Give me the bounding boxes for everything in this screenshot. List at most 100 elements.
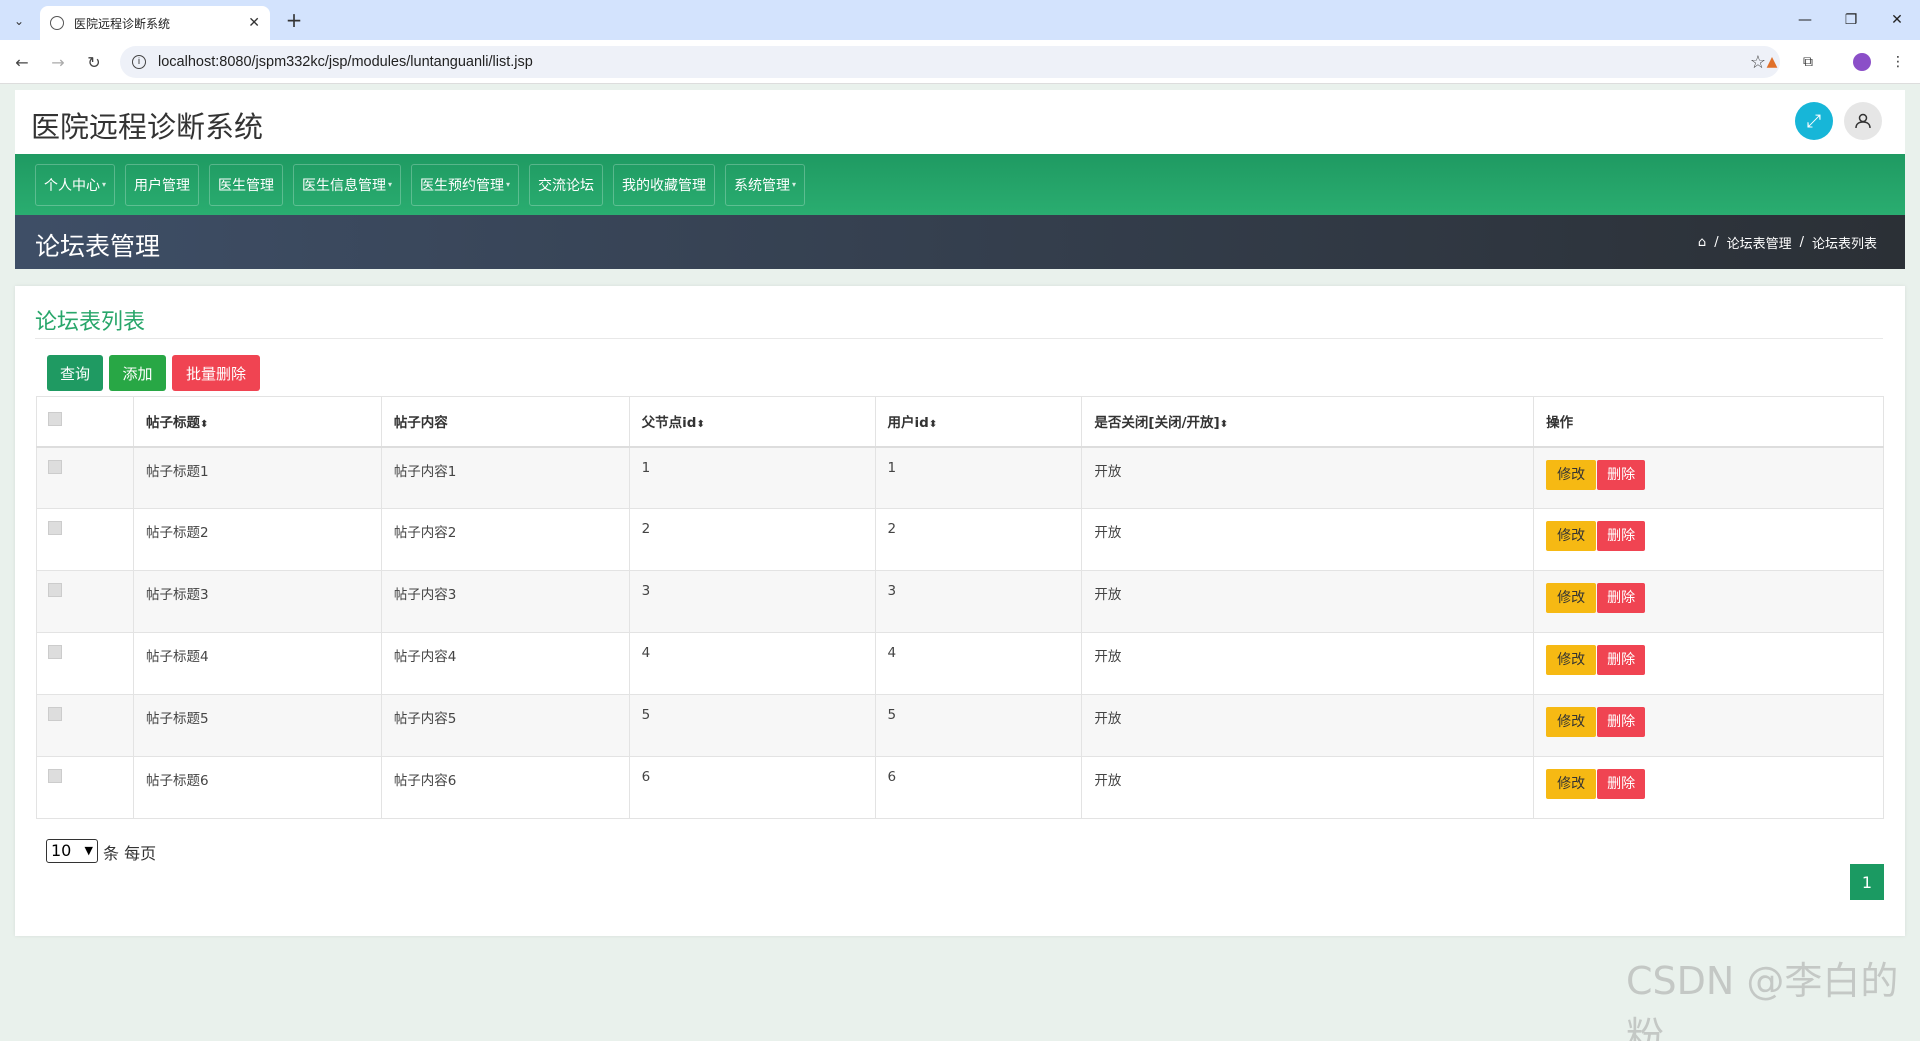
edit-button[interactable]: 修改 bbox=[1546, 583, 1597, 613]
new-tab-icon[interactable]: + bbox=[282, 8, 306, 32]
profile-avatar-icon[interactable] bbox=[1850, 50, 1874, 74]
nav-item-doctor-management[interactable]: 医生管理 bbox=[209, 163, 284, 206]
breadcrumb: ⌂ / 论坛表管理 / 论坛表列表 bbox=[1697, 233, 1877, 252]
cell-parentid: 3 bbox=[628, 570, 876, 633]
edit-button[interactable]: 修改 bbox=[1546, 521, 1597, 551]
restore-icon[interactable]: ❐ bbox=[1828, 0, 1874, 40]
close-tab-icon[interactable]: ✕ bbox=[248, 15, 260, 31]
nav-item-favorites[interactable]: 我的收藏管理 bbox=[613, 163, 716, 206]
cell-content: 帖子内容3 bbox=[380, 570, 630, 633]
cell-status: 开放 bbox=[1081, 632, 1535, 695]
cell-parentid: 1 bbox=[628, 446, 876, 509]
table-row: 帖子标题2 帖子内容2 2 2 开放 修改 删除 bbox=[36, 508, 1884, 571]
column-header-userid[interactable]: 用户id⬍ bbox=[874, 396, 1083, 448]
cell-content: 帖子内容1 bbox=[380, 446, 630, 509]
edit-button[interactable]: 修改 bbox=[1546, 459, 1597, 490]
main-nav: 个人中心 ▾ 用户管理 医生管理 医生信息管理 ▾ 医生预约管理 ▾ 交流论坛 我的收… bbox=[15, 154, 1905, 215]
sort-icon[interactable]: ⬍ bbox=[929, 419, 937, 430]
nav-item-doctor-info[interactable]: 医生信息管理 ▾ bbox=[293, 163, 402, 206]
column-header-status[interactable]: 是否关闭[关闭/开放]⬍ bbox=[1081, 396, 1535, 448]
column-header-parentid[interactable]: 父节点id⬍ bbox=[628, 396, 876, 448]
back-icon[interactable]: ← bbox=[10, 50, 34, 74]
column-header-title[interactable]: 帖子标题⬍ bbox=[132, 396, 382, 448]
fullscreen-icon[interactable]: ⤢ bbox=[1795, 102, 1833, 140]
user-icon[interactable] bbox=[1844, 102, 1882, 140]
delete-button[interactable]: 删除 bbox=[1597, 769, 1646, 799]
page-size-select[interactable]: 10 ▼ bbox=[46, 839, 98, 863]
row-checkbox[interactable] bbox=[48, 769, 62, 783]
watermark: CSDN @李白的粉 bbox=[1626, 959, 1899, 1041]
delete-button[interactable]: 删除 bbox=[1597, 521, 1646, 551]
cell-userid: 5 bbox=[874, 694, 1083, 757]
column-header-content: 帖子内容 bbox=[380, 396, 630, 448]
browser-menu-icon[interactable]: ⋮ bbox=[1886, 50, 1910, 74]
row-checkbox[interactable] bbox=[48, 583, 62, 597]
page-number-current[interactable]: 1 bbox=[1850, 864, 1884, 900]
sort-icon[interactable]: ⬍ bbox=[1220, 419, 1228, 430]
cell-content: 帖子内容6 bbox=[380, 756, 630, 819]
site-favicon-icon bbox=[50, 16, 64, 30]
cell-content: 帖子内容2 bbox=[380, 508, 630, 571]
card-title: 论坛表列表 bbox=[35, 310, 146, 335]
table-row: 帖子标题5 帖子内容5 5 5 开放 修改 删除 bbox=[36, 694, 1884, 757]
cell-userid: 6 bbox=[874, 756, 1083, 819]
app-header: 医院远程诊断系统 ⤢ bbox=[15, 90, 1905, 154]
extensions-puzzle-icon[interactable]: ⧉ bbox=[1796, 50, 1820, 74]
cell-status: 开放 bbox=[1081, 570, 1535, 633]
cell-userid: 3 bbox=[874, 570, 1083, 633]
page-size-label: 条 每页 bbox=[103, 844, 157, 863]
cell-status: 开放 bbox=[1081, 446, 1535, 509]
breadcrumb-item[interactable]: 论坛表管理 bbox=[1727, 233, 1792, 252]
window-close-icon[interactable]: ✕ bbox=[1874, 0, 1920, 40]
extension-icon[interactable]: ▲ bbox=[1760, 50, 1784, 74]
select-all-checkbox[interactable] bbox=[48, 412, 62, 427]
home-icon[interactable]: ⌂ bbox=[1698, 235, 1706, 250]
sort-icon[interactable]: ⬍ bbox=[200, 419, 208, 430]
row-checkbox[interactable] bbox=[48, 707, 62, 721]
cell-status: 开放 bbox=[1081, 508, 1535, 571]
browser-toolbar: ← → ↻ i localhost:8080/jspm332kc/jsp/mod… bbox=[0, 40, 1920, 84]
content-card: 论坛表列表 查询 添加 批量删除 帖子标题⬍ 帖子内容 父节点id⬍ 用户id⬍… bbox=[15, 286, 1905, 936]
query-button[interactable]: 查询 bbox=[47, 355, 103, 391]
cell-userid: 2 bbox=[874, 508, 1083, 571]
minimize-icon[interactable]: — bbox=[1782, 0, 1828, 40]
address-bar[interactable]: i localhost:8080/jspm332kc/jsp/modules/l… bbox=[120, 46, 1780, 78]
tab-search-icon[interactable]: ⌄ bbox=[6, 8, 32, 34]
cell-content: 帖子内容5 bbox=[380, 694, 630, 757]
edit-button[interactable]: 修改 bbox=[1546, 769, 1597, 799]
cell-title: 帖子标题5 bbox=[132, 694, 382, 757]
app-title: 医院远程诊断系统 bbox=[31, 110, 264, 144]
forward-icon[interactable]: → bbox=[46, 50, 70, 74]
table-header-row: 帖子标题⬍ 帖子内容 父节点id⬍ 用户id⬍ 是否关闭[关闭/开放]⬍ 操作 bbox=[36, 396, 1884, 448]
nav-item-user-management[interactable]: 用户管理 bbox=[125, 163, 200, 206]
browser-tabbar: ⌄ 医院远程诊断系统 ✕ + — ❐ ✕ bbox=[0, 0, 1920, 40]
select-all-cell bbox=[36, 396, 134, 448]
site-info-icon[interactable]: i bbox=[132, 55, 146, 69]
delete-button[interactable]: 删除 bbox=[1597, 459, 1646, 490]
column-header-actions: 操作 bbox=[1533, 396, 1884, 448]
cell-title: 帖子标题3 bbox=[132, 570, 382, 633]
batch-delete-button[interactable]: 批量删除 bbox=[172, 355, 260, 391]
cell-parentid: 4 bbox=[628, 632, 876, 695]
cell-status: 开放 bbox=[1081, 694, 1535, 757]
chevron-down-icon: ▼ bbox=[84, 844, 93, 857]
nav-item-forum[interactable]: 交流论坛 bbox=[529, 163, 604, 206]
delete-button[interactable]: 删除 bbox=[1597, 645, 1646, 675]
sort-icon[interactable]: ⬍ bbox=[696, 419, 704, 430]
nav-item-doctor-appointment[interactable]: 医生预约管理 ▾ bbox=[411, 163, 520, 206]
cell-userid: 4 bbox=[874, 632, 1083, 695]
browser-tab[interactable]: 医院远程诊断系统 ✕ bbox=[40, 6, 270, 40]
row-checkbox[interactable] bbox=[48, 645, 62, 659]
divider bbox=[35, 338, 1883, 339]
reload-icon[interactable]: ↻ bbox=[82, 50, 106, 74]
edit-button[interactable]: 修改 bbox=[1546, 707, 1597, 737]
edit-button[interactable]: 修改 bbox=[1546, 645, 1597, 675]
nav-item-personal-center[interactable]: 个人中心 ▾ bbox=[35, 163, 116, 206]
add-button[interactable]: 添加 bbox=[109, 355, 166, 391]
delete-button[interactable]: 删除 bbox=[1597, 707, 1646, 737]
nav-item-system[interactable]: 系统管理 ▾ bbox=[725, 163, 806, 206]
row-checkbox[interactable] bbox=[48, 459, 62, 474]
cell-content: 帖子内容4 bbox=[380, 632, 630, 695]
delete-button[interactable]: 删除 bbox=[1597, 583, 1646, 613]
row-checkbox[interactable] bbox=[48, 521, 62, 535]
